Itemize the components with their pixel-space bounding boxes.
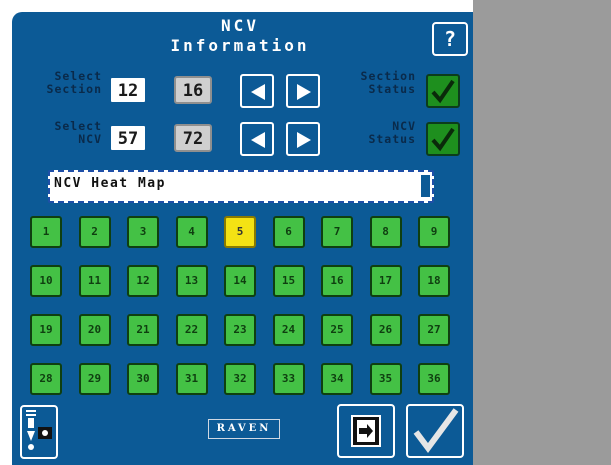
ncv-grid-button[interactable]: 7	[321, 216, 353, 248]
ncv-grid-button[interactable]: 22	[175, 314, 208, 346]
ncv-grid-button[interactable]: 25	[321, 314, 353, 346]
ncv-grid-button[interactable]: 29	[78, 363, 111, 395]
check-icon	[431, 127, 455, 152]
check-icon	[431, 79, 455, 104]
section-current-value[interactable]: 12	[109, 76, 147, 104]
ncv-grid-button[interactable]: 9	[418, 216, 450, 248]
right-arrow-icon	[297, 84, 311, 100]
ncv-grid-button[interactable]: 36	[418, 363, 450, 395]
exit-button[interactable]	[337, 404, 395, 458]
ncv-grid-button[interactable]: 21	[127, 314, 159, 346]
section-next-button[interactable]	[286, 74, 320, 108]
dropdown-scroll-icon	[421, 175, 430, 197]
ncv-current-value[interactable]: 57	[109, 124, 147, 152]
ncv-grid-button[interactable]: 3	[127, 216, 159, 248]
ncv-next-button[interactable]	[286, 122, 320, 156]
ncv-total-value: 72	[174, 124, 212, 152]
help-button[interactable]: ?	[432, 22, 468, 56]
ncv-grid-button[interactable]: 18	[418, 265, 450, 297]
ncv-grid-button[interactable]: 15	[272, 265, 305, 297]
ncv-grid-button[interactable]: 12	[127, 265, 159, 297]
ncv-grid-button[interactable]: 35	[369, 363, 402, 395]
nozzle-camera-icon	[26, 410, 52, 450]
ncv-grid-button[interactable]: 6	[272, 216, 305, 248]
ncv-grid-button[interactable]: 34	[321, 363, 353, 395]
section-total-value: 16	[174, 76, 212, 104]
ncv-grid-button[interactable]: 24	[272, 314, 305, 346]
section-previous-button[interactable]	[240, 74, 274, 108]
ncv-grid-button[interactable]: 13	[175, 265, 208, 297]
ncv-information-window: NCV Information ? Select Section 12 16 Se…	[12, 12, 473, 465]
ncv-grid-button[interactable]: 5	[224, 216, 256, 248]
select-ncv-label: Select NCV	[54, 119, 102, 146]
ncv-grid-button[interactable]: 11	[78, 265, 111, 297]
left-arrow-icon	[251, 84, 265, 100]
ncv-grid-button[interactable]: 19	[30, 314, 62, 346]
ncv-status-indicator	[426, 122, 460, 156]
ncv-grid-button[interactable]: 10	[30, 265, 62, 297]
ncv-grid-button[interactable]: 1	[30, 216, 62, 248]
ncv-status-label: NCV Status	[368, 119, 416, 146]
ncv-grid-button[interactable]: 14	[224, 265, 256, 297]
background-area	[473, 0, 611, 465]
nozzle-camera-button[interactable]	[20, 405, 58, 459]
ncv-grid-button[interactable]: 33	[272, 363, 305, 395]
ncv-grid-button[interactable]: 27	[418, 314, 450, 346]
ncv-previous-button[interactable]	[240, 122, 274, 156]
ncv-grid-button[interactable]: 31	[175, 363, 208, 395]
ncv-grid-button[interactable]: 20	[78, 314, 111, 346]
raven-logo: RAVEN	[208, 419, 280, 439]
page-title: NCV Information	[170, 16, 310, 55]
section-status-label: Section Status	[360, 69, 416, 96]
section-status-indicator	[426, 74, 460, 108]
view-select-dropdown[interactable]: NCV Heat Map	[48, 170, 434, 203]
ncv-grid-button[interactable]: 28	[30, 363, 62, 395]
exit-icon	[351, 415, 381, 447]
accept-button[interactable]	[406, 404, 464, 458]
help-icon: ?	[443, 27, 457, 51]
ncv-grid-button[interactable]: 16	[321, 265, 353, 297]
ncv-grid-button[interactable]: 8	[369, 216, 402, 248]
ncv-grid-button[interactable]: 32	[224, 363, 256, 395]
ncv-grid-button[interactable]: 4	[175, 216, 208, 248]
right-arrow-icon	[297, 132, 311, 148]
accept-check-icon	[413, 408, 459, 454]
left-arrow-icon	[251, 132, 265, 148]
ncv-grid-button[interactable]: 30	[127, 363, 159, 395]
select-section-label: Select Section	[46, 69, 102, 96]
ncv-grid-button[interactable]: 17	[369, 265, 402, 297]
ncv-grid-button[interactable]: 2	[78, 216, 111, 248]
view-select-value: NCV Heat Map	[54, 176, 166, 191]
ncv-grid-button[interactable]: 23	[224, 314, 256, 346]
ncv-grid-button[interactable]: 26	[369, 314, 402, 346]
